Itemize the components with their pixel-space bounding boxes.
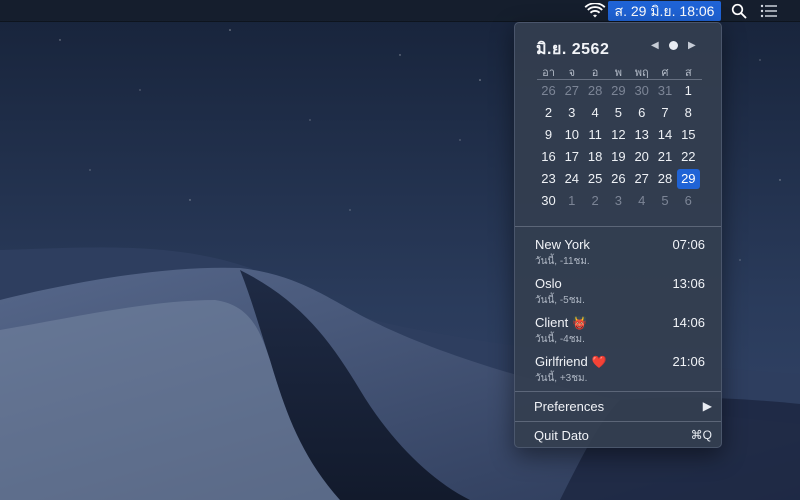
weekday-label: ศ	[661, 67, 669, 79]
calendar-day[interactable]: 16	[537, 147, 560, 167]
spotlight-search-icon[interactable]	[731, 3, 747, 19]
world-clock-name: New York	[535, 237, 590, 252]
menu-bar: ส. 29 มิ.ย. 18:06	[0, 0, 800, 22]
calendar-day[interactable]: 14	[654, 125, 677, 145]
calendar-day[interactable]: 30	[537, 191, 560, 211]
calendar-day[interactable]: 31	[654, 81, 677, 101]
calendar-day[interactable]: 25	[584, 169, 607, 189]
world-clock-row[interactable]: Oslo วันนี้, -5ชม. 13:06	[535, 276, 705, 312]
calendar-day[interactable]: 23	[537, 169, 560, 189]
weekday-label: พ	[614, 67, 623, 79]
world-clock-offset: วันนี้, -11ชม.	[535, 256, 590, 267]
weekday-label: พฤ	[634, 67, 649, 79]
calendar-day[interactable]: 28	[584, 81, 607, 101]
calendar-day[interactable]: 13	[630, 125, 653, 145]
world-clock-time: 07:06	[672, 237, 705, 252]
world-clock-name-text: New York	[535, 237, 590, 252]
divider	[515, 421, 721, 422]
menubar-clock[interactable]: ส. 29 มิ.ย. 18:06	[608, 1, 721, 21]
calendar-day[interactable]: 27	[630, 169, 653, 189]
calendar-day[interactable]: 8	[677, 103, 700, 123]
weekday-label: จ	[568, 67, 576, 79]
divider	[515, 226, 721, 227]
calendar-day[interactable]: 10	[560, 125, 583, 145]
weekday-label: อ	[591, 67, 599, 79]
calendar-day[interactable]: 3	[607, 191, 630, 211]
calendar-day[interactable]: 9	[537, 125, 560, 145]
calendar-day[interactable]: 21	[654, 147, 677, 167]
calendar-month-title: มิ.ย. 2562	[536, 41, 610, 58]
world-clock-name: Girlfriend ❤️	[535, 354, 607, 369]
calendar-day-today[interactable]: 29	[676, 169, 700, 189]
world-clock-name-text: Girlfriend	[535, 354, 588, 369]
world-clock-name-text: Client	[535, 315, 569, 330]
calendar-day[interactable]: 15	[677, 125, 700, 145]
world-clock-name: Client 👹	[535, 315, 587, 330]
preferences-label: Preferences	[534, 399, 605, 414]
divider	[515, 391, 721, 392]
quit-label: Quit Dato	[534, 428, 589, 443]
calendar-day[interactable]: 5	[607, 103, 630, 123]
calendar-day[interactable]: 3	[560, 103, 583, 123]
world-clock-name-text: Oslo	[535, 276, 562, 291]
world-clock-emoji: 👹	[572, 316, 588, 330]
dato-dropdown-panel: มิ.ย. 2562 ◀ ▶ อาจอพพฤศส 26 27 28 29 30 31 1 2 3…	[514, 22, 722, 448]
calendar-day[interactable]: 24	[560, 169, 583, 189]
calendar-grid: 26 27 28 29 30 31 1 2 3 4 5 6 7 8 9 10 11 12 13 14 15 16 17 18 1…	[537, 81, 702, 213]
quit-menu-item[interactable]: Quit Dato ⌘Q	[515, 424, 721, 448]
weekday-header: อา จ อ พ พฤ ศ ส	[537, 63, 702, 80]
calendar-day[interactable]: 12	[607, 125, 630, 145]
world-clock-offset: วันนี้, -5ชม.	[535, 295, 585, 306]
calendar-day[interactable]: 4	[584, 103, 607, 123]
calendar-day[interactable]: 28	[654, 169, 677, 189]
today-dot-button[interactable]	[669, 41, 678, 50]
calendar-day[interactable]: 6	[677, 191, 700, 211]
world-clock-row[interactable]: Client 👹 วันนี้, -4ชม. 14:06	[535, 315, 705, 351]
world-clock-time: 21:06	[672, 354, 705, 369]
calendar-day[interactable]: 26	[607, 169, 630, 189]
world-clock-row[interactable]: Girlfriend ❤️ วันนี้, +3ชม. 21:06	[535, 354, 705, 390]
calendar-day[interactable]: 19	[607, 147, 630, 167]
world-clock-offset: วันนี้, +3ชม.	[535, 373, 588, 384]
calendar-day[interactable]: 27	[560, 81, 583, 101]
wifi-icon[interactable]	[584, 3, 606, 19]
calendar-day[interactable]: 7	[654, 103, 677, 123]
world-clock-time: 14:06	[672, 315, 705, 330]
calendar-day[interactable]: 17	[560, 147, 583, 167]
calendar-day[interactable]: 2	[537, 103, 560, 123]
world-clock-row[interactable]: New York วันนี้, -11ชม. 07:06	[535, 237, 705, 273]
weekday-label: ส	[684, 67, 692, 79]
calendar-day[interactable]: 26	[537, 81, 560, 101]
submenu-arrow-icon: ▶	[702, 399, 712, 413]
world-clock-name: Oslo	[535, 276, 562, 291]
calendar-day[interactable]: 1	[677, 81, 700, 101]
preferences-menu-item[interactable]: Preferences ▶	[515, 395, 721, 419]
calendar-day[interactable]: 30	[630, 81, 653, 101]
calendar-day[interactable]: 20	[630, 147, 653, 167]
previous-month-button[interactable]: ◀	[651, 40, 659, 52]
calendar-day[interactable]: 18	[584, 147, 607, 167]
calendar-day[interactable]: 1	[560, 191, 583, 211]
calendar-day[interactable]: 2	[584, 191, 607, 211]
world-clock-offset: วันนี้, -4ชม.	[535, 334, 585, 345]
calendar-day[interactable]: 22	[677, 147, 700, 167]
notification-center-icon[interactable]	[760, 4, 778, 18]
calendar-day[interactable]: 29	[607, 81, 630, 101]
world-clock-emoji: ❤️	[591, 355, 607, 369]
weekday-label: อา	[542, 67, 555, 79]
next-month-button[interactable]: ▶	[688, 40, 696, 52]
calendar-day[interactable]: 11	[584, 125, 607, 145]
calendar-day[interactable]: 6	[630, 103, 653, 123]
calendar-day[interactable]: 5	[654, 191, 677, 211]
calendar-day[interactable]: 4	[630, 191, 653, 211]
quit-shortcut: ⌘Q	[690, 428, 712, 442]
world-clock-time: 13:06	[672, 276, 705, 291]
